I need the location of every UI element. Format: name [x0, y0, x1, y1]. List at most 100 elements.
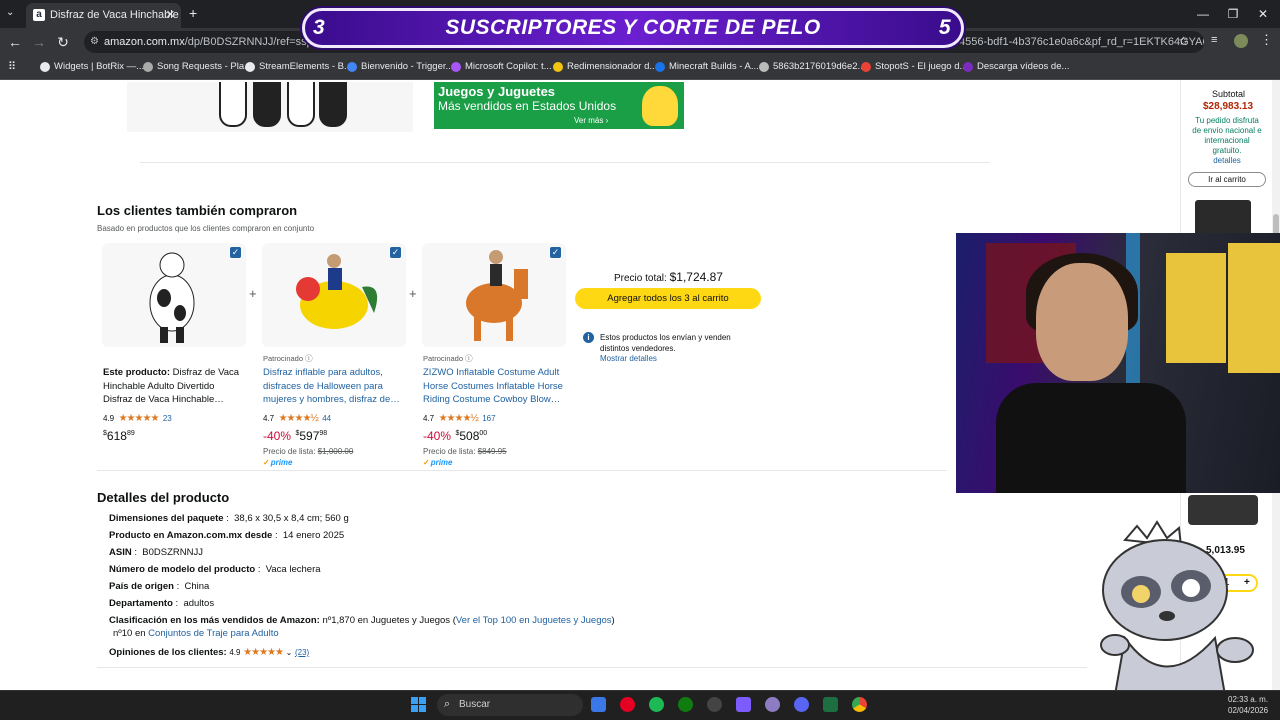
taskbar-app-icon[interactable] — [765, 697, 780, 712]
shipping-details-link[interactable]: detalles — [1190, 156, 1264, 166]
bestseller-rank: Clasificación en los más vendidos de Ama… — [109, 615, 615, 626]
chevron-down-icon[interactable]: ⌄ — [286, 648, 293, 657]
bookmark-item[interactable]: Redimensionador d... — [553, 60, 657, 74]
obs-icon[interactable] — [707, 697, 722, 712]
taskbar-app-icon[interactable] — [591, 697, 606, 712]
forward-icon[interactable]: → — [27, 32, 51, 52]
clock-date: 02/04/2026 — [1228, 706, 1269, 715]
product-image-cow[interactable] — [102, 243, 246, 347]
detail-row: País de origen : China — [109, 581, 209, 592]
checkbox-product-1[interactable]: ✓ — [230, 247, 241, 258]
checkbox-product-2[interactable]: ✓ — [390, 247, 401, 258]
bookmark-item[interactable]: Descarga vídeos de... — [963, 60, 1069, 74]
rating-value: 4.7 — [423, 413, 435, 423]
rating-row: 4.7 ★★★★½ 44 — [263, 408, 408, 426]
windows-start-icon[interactable] — [411, 697, 426, 712]
bookmark-item[interactable]: Microsoft Copilot: t... — [451, 60, 552, 74]
list-price-label: Precio de lista: — [263, 446, 316, 456]
taskbar-search[interactable]: Buscar — [437, 694, 583, 716]
rating-count[interactable]: 167 — [482, 414, 495, 423]
rating-count[interactable]: 23 — [163, 414, 172, 423]
add-all-to-cart-button[interactable]: Agregar todos los 3 al carrito — [575, 288, 761, 309]
bookmark-item[interactable]: StopotS - El juego d... — [861, 60, 967, 74]
bookmark-item[interactable]: 5863b2176019d6e2... — [759, 60, 865, 74]
product-title-link[interactable]: ZIZWO Inflatable Costume Adult Horse Cos… — [423, 366, 563, 407]
chrome-icon[interactable] — [852, 697, 867, 712]
back-icon[interactable]: ← — [3, 32, 27, 52]
menu-kebab-icon[interactable]: ⋮ — [1260, 32, 1273, 48]
bookmark-item[interactable]: Minecraft Builds - A... — [655, 60, 759, 74]
bookmark-favicon-icon — [963, 62, 973, 72]
show-details-link[interactable]: Mostrar detalles — [600, 354, 657, 363]
spotify-icon[interactable] — [649, 697, 664, 712]
product-title: Disfraz inflable para adultos, disfraces… — [263, 367, 400, 405]
info-icon[interactable]: ⓘ — [465, 354, 473, 363]
search-icon: ⌕ — [444, 698, 451, 710]
tab-list-icon[interactable]: ⌄ — [6, 7, 14, 18]
info-icon[interactable]: ⓘ — [305, 354, 313, 363]
product-title-link[interactable]: Disfraz inflable para adultos, disfraces… — [263, 366, 403, 407]
price-fraction: 00 — [479, 429, 488, 437]
excel-icon[interactable] — [823, 697, 838, 712]
product-info-3: Patrocinado ⓘ ZIZWO Inflatable Costume Ad… — [423, 353, 568, 467]
bookmark-item[interactable]: Song Requests - Pla... — [143, 60, 252, 74]
url-host: amazon.com.mx — [104, 36, 185, 48]
top-100-link[interactable]: Ver el Top 100 en Juguetes y Juegos — [456, 615, 612, 626]
price-fraction: 98 — [319, 429, 328, 437]
product-title-link[interactable]: Este producto: Disfraz de Vaca Hinchable… — [103, 366, 243, 407]
promo-link[interactable]: Ver más › — [574, 116, 608, 125]
bookmark-favicon-icon — [143, 62, 153, 72]
sponsored-label: Patrocinado ⓘ — [263, 354, 313, 363]
bookmark-label: Bienvenido - Trigger... — [361, 61, 454, 72]
rating-stars[interactable]: ★★★★★ — [119, 413, 160, 424]
bookmark-label: Redimensionador d... — [567, 61, 658, 72]
promo-subtitle: Más vendidos en Estados Unidos — [438, 99, 617, 113]
rank-label: Clasificación en los más vendidos de Ama… — [109, 615, 320, 626]
browser-tab-active[interactable]: a Disfraz de Vaca Hinchable Adulto ✕ — [26, 3, 181, 28]
rating-count[interactable]: 44 — [322, 414, 331, 423]
apps-grid-icon[interactable]: ⠿ — [8, 60, 16, 73]
bookmark-favicon-icon — [40, 62, 50, 72]
checkbox-product-3[interactable]: ✓ — [550, 247, 561, 258]
category-link[interactable]: Conjuntos de Traje para Adulto — [148, 628, 278, 639]
site-info-icon[interactable]: ⚙ — [90, 31, 99, 53]
raccoon-mascot-image — [1100, 520, 1254, 695]
minimize-icon[interactable]: — — [1188, 4, 1218, 24]
sellers-info-text: Estos productos los envían y venden dist… — [600, 333, 731, 353]
bookmark-label: Descarga vídeos de... — [977, 61, 1070, 72]
rating-row: 4.9 ★★★★★ 23 — [103, 408, 248, 426]
bookmark-item[interactable]: Bienvenido - Trigger... — [347, 60, 453, 74]
promo-banner-toys[interactable]: Juegos y Juguetes Más vendidos en Estado… — [434, 82, 684, 129]
discord-icon[interactable] — [794, 697, 809, 712]
detail-row: ASIN : B0DSZRNNJJ — [109, 547, 203, 558]
bookmark-label: Song Requests - Pla... — [157, 61, 253, 72]
taskbar-clock[interactable]: 02:33 a. m. 02/04/2026 — [1228, 694, 1268, 716]
bookmark-star-icon[interactable]: ☆ — [1178, 34, 1189, 48]
extensions-icon[interactable]: ≡ — [1211, 34, 1217, 46]
bookmark-item[interactable]: Widgets | BotRix —... — [40, 60, 144, 74]
new-tab-icon[interactable]: + — [189, 5, 197, 21]
rating-stars[interactable]: ★★★★½ — [439, 413, 479, 424]
profile-avatar-icon[interactable] — [1234, 34, 1248, 48]
reviews-count-link[interactable]: (23) — [295, 648, 309, 657]
close-tab-icon[interactable]: ✕ — [166, 3, 175, 28]
detail-row: Número de modelo del producto : Vaca lec… — [109, 564, 321, 575]
xbox-icon[interactable] — [678, 697, 693, 712]
pinterest-icon[interactable] — [620, 697, 635, 712]
go-to-cart-button[interactable]: Ir al carrito — [1188, 172, 1266, 187]
reload-icon[interactable]: ↻ — [51, 32, 75, 52]
close-window-icon[interactable]: ✕ — [1248, 4, 1278, 24]
detail-key: Departamento — [109, 598, 173, 609]
rating-row: 4.7 ★★★★½ 167 — [423, 408, 568, 426]
product-image-horse[interactable] — [422, 243, 566, 347]
bookmark-item[interactable]: StreamElements - B... — [245, 60, 352, 74]
maximize-icon[interactable]: ❐ — [1218, 4, 1248, 24]
product-image-cow-legs[interactable] — [127, 82, 413, 132]
reviews-stars[interactable]: ★★★★★ — [243, 647, 284, 658]
snipping-tool-icon[interactable] — [736, 697, 751, 712]
banner-text: SUSCRIPTORES Y CORTE DE PELO — [445, 16, 821, 39]
subtotal-label: Subtotal — [1212, 89, 1246, 99]
product-image-rooster[interactable] — [262, 243, 406, 347]
bookmark-label: Widgets | BotRix —... — [54, 61, 145, 72]
rating-stars[interactable]: ★★★★½ — [279, 413, 319, 424]
